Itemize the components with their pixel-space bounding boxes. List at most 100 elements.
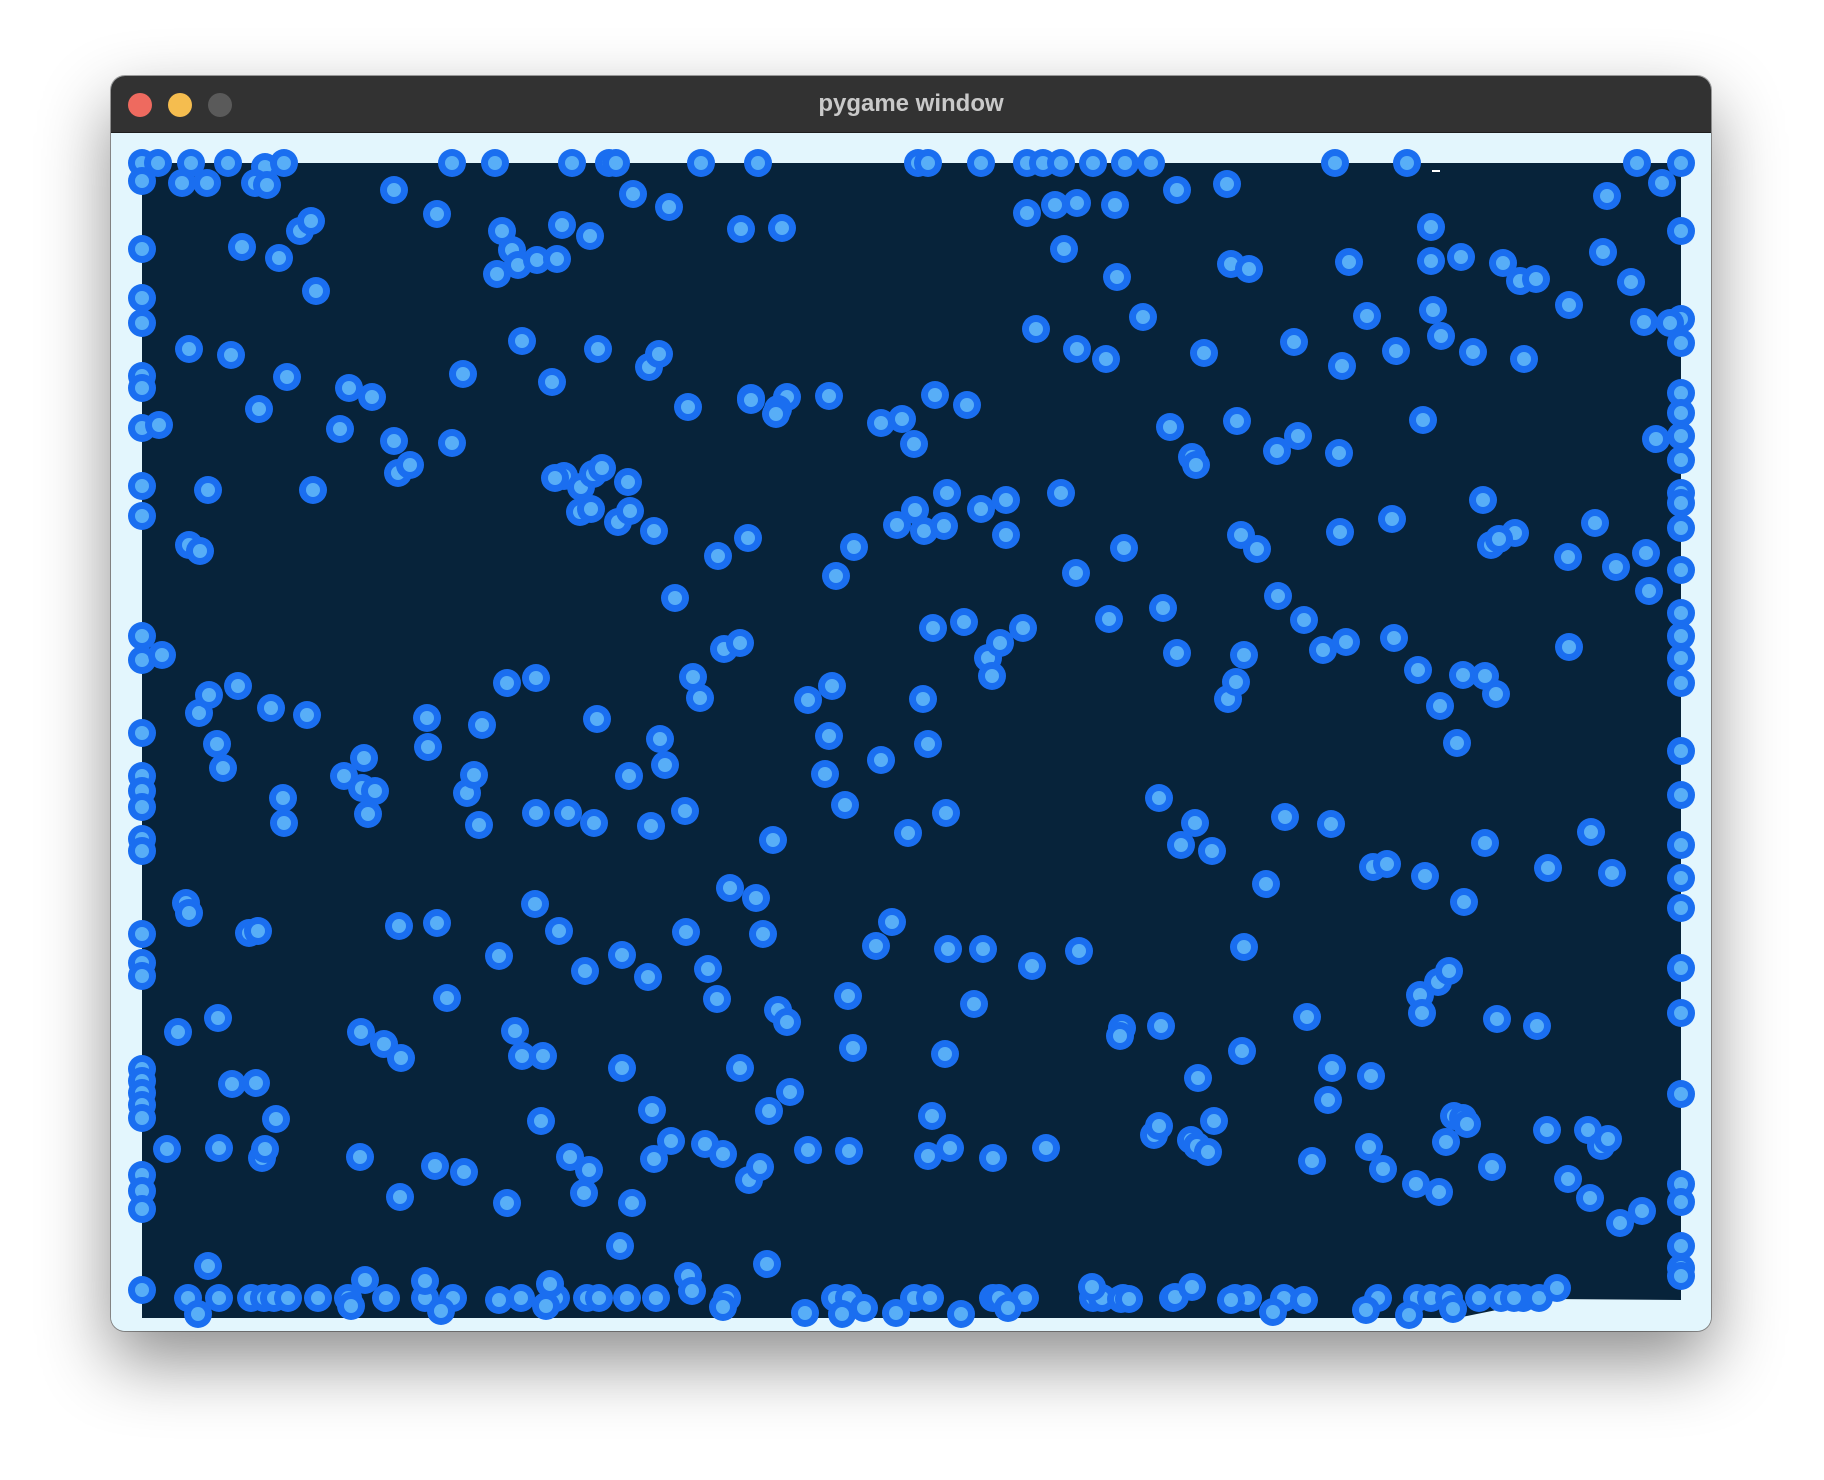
ball-core <box>584 502 598 516</box>
ball-core <box>658 758 672 772</box>
app-window: pygame window <box>111 76 1711 1331</box>
ball-core <box>577 1186 591 1200</box>
ball-core <box>1072 944 1086 958</box>
ball-core <box>1278 810 1292 824</box>
ball-core <box>1102 612 1116 626</box>
ball-core <box>1674 156 1688 170</box>
ball-core <box>1287 335 1301 349</box>
ball-core <box>1456 668 1470 682</box>
ball-core <box>1446 1302 1460 1316</box>
ball-core <box>1048 198 1062 212</box>
ball-core <box>1270 444 1284 458</box>
ball-core <box>652 347 666 361</box>
ball-core <box>999 528 1013 542</box>
ball-core <box>1237 648 1251 662</box>
ball-core <box>595 461 609 475</box>
ball-core <box>1674 1006 1688 1020</box>
ball-core <box>711 549 725 563</box>
ball-core <box>622 769 636 783</box>
ball-core <box>500 676 514 690</box>
ball-core <box>1389 344 1403 358</box>
ball-core <box>1600 189 1614 203</box>
game-canvas[interactable] <box>111 133 1711 1331</box>
ball-core <box>202 688 216 702</box>
ball-core <box>986 1151 1000 1165</box>
ball-core <box>625 1196 639 1210</box>
ball-core <box>615 948 629 962</box>
ball-core <box>753 1160 767 1174</box>
ball-core <box>928 388 942 402</box>
ball-core <box>539 1299 553 1313</box>
ball-core <box>1325 1061 1339 1075</box>
ball-core <box>457 1165 471 1179</box>
ball-core <box>1529 272 1543 286</box>
ball-core <box>647 524 661 538</box>
ball-core <box>925 1109 939 1123</box>
ball-core <box>1454 250 1468 264</box>
ball-core <box>926 621 940 635</box>
ball-core <box>393 1190 407 1204</box>
ball-core <box>592 1291 606 1305</box>
ball-core <box>1070 196 1084 210</box>
ball-core <box>490 267 504 281</box>
ball-core <box>1409 1177 1423 1191</box>
ball-core <box>1418 869 1432 883</box>
ball-core <box>1197 346 1211 360</box>
ball-core <box>135 479 149 493</box>
ball-core <box>1185 1280 1199 1294</box>
ball-core <box>874 416 888 430</box>
ball-core <box>565 156 579 170</box>
ball-core <box>1674 606 1688 620</box>
ball-core <box>999 493 1013 507</box>
ball-core <box>1584 825 1598 839</box>
ball-core <box>1220 177 1234 191</box>
ball-core <box>1086 156 1100 170</box>
ball-core <box>615 1061 629 1075</box>
ball-core <box>1152 791 1166 805</box>
ball-core <box>235 240 249 254</box>
ball-core <box>1434 329 1448 343</box>
ball-core <box>583 229 597 243</box>
ball-core <box>135 800 149 814</box>
ball-core <box>1332 446 1346 460</box>
ball-core <box>1562 640 1576 654</box>
ball-core <box>1057 242 1071 256</box>
ball-core <box>1466 345 1480 359</box>
ball-core <box>1300 1010 1314 1024</box>
ball-core <box>135 629 149 643</box>
ball-core <box>679 925 693 939</box>
title-bar[interactable]: pygame window <box>111 76 1711 133</box>
ball-core <box>923 1291 937 1305</box>
ball-core <box>342 381 356 395</box>
ball-core <box>1663 316 1677 330</box>
ball-core <box>387 183 401 197</box>
ball-core <box>216 761 230 775</box>
ball-core <box>641 970 655 984</box>
ball-core <box>976 942 990 956</box>
ball-core <box>171 1025 185 1039</box>
ball-core <box>1297 613 1311 627</box>
ball-core <box>361 807 375 821</box>
ball-core <box>974 156 988 170</box>
ball-core <box>1154 1019 1168 1033</box>
ball-core <box>357 751 371 765</box>
ball-core <box>135 242 149 256</box>
ball-core <box>1328 156 1342 170</box>
ball-core <box>272 251 286 265</box>
ball-core <box>1450 736 1464 750</box>
ball-core <box>1496 256 1510 270</box>
ball-core <box>445 156 459 170</box>
ball-core <box>664 1134 678 1148</box>
ball-core <box>1624 275 1638 289</box>
ball-core <box>1189 458 1203 472</box>
ball-core <box>1630 156 1644 170</box>
ball-core <box>846 1041 860 1055</box>
ball-core <box>783 1085 797 1099</box>
ball-core <box>528 897 542 911</box>
ball-core <box>277 816 291 830</box>
ball-core <box>825 679 839 693</box>
ball-core <box>1674 453 1688 467</box>
ball-core <box>1674 521 1688 535</box>
ball-core <box>874 753 888 767</box>
ball-core <box>1426 303 1440 317</box>
